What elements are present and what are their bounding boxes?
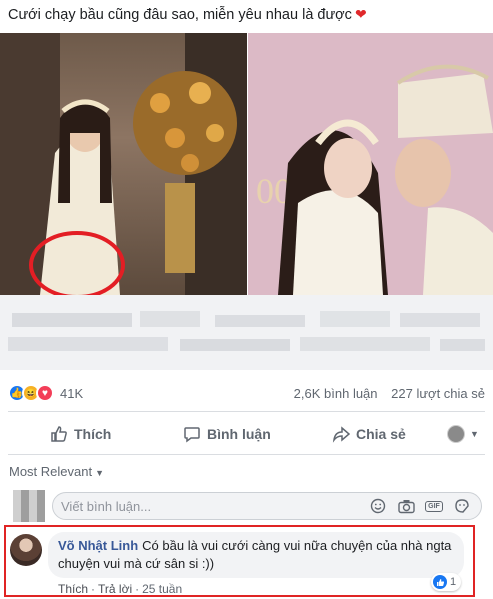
gif-icon[interactable]: GIF: [425, 497, 443, 515]
comment-meta: Thích · Trả lời · 25 tuần: [58, 582, 182, 596]
heart-icon: ❤: [354, 6, 367, 22]
divider: [8, 454, 485, 455]
share-button-label: Chia sẻ: [356, 426, 406, 442]
comment-reaction-badge[interactable]: 1: [431, 573, 462, 591]
couple-photo-image: 00: [248, 33, 493, 295]
post-photo-left[interactable]: [0, 33, 247, 295]
separator: ·: [91, 582, 96, 596]
blurred-text-strip: [0, 295, 493, 370]
post-actions: Thích Bình luận Chia sẻ ▼: [0, 420, 493, 448]
reactions-summary[interactable]: 👍 😆 ♥ 41K: [8, 382, 83, 404]
bride-photo-image: [0, 33, 247, 295]
sticker-icon[interactable]: [453, 497, 471, 515]
post-caption-text: Cưới chạy bầu cũng đâu sao, miễn yêu nha…: [8, 7, 352, 23]
comment-timestamp[interactable]: 25 tuần: [142, 582, 182, 596]
post-photo-right[interactable]: 00: [248, 33, 493, 295]
comment-reply-link[interactable]: Trả lời: [98, 582, 132, 596]
reaction-count: 41K: [60, 385, 84, 401]
divider: [8, 411, 485, 412]
comment-count[interactable]: 2,6K bình luận: [294, 386, 378, 401]
comment-sort-dropdown[interactable]: Most Relevant ▼: [9, 464, 104, 479]
avatar[interactable]: [10, 534, 42, 566]
post-caption: Cưới chạy bầu cũng đâu sao, miễn yêu nha…: [8, 6, 367, 23]
emoji-icon[interactable]: [369, 497, 387, 515]
like-button[interactable]: Thích: [50, 420, 111, 448]
comment-button[interactable]: Bình luận: [183, 420, 271, 448]
like-icon: [51, 426, 67, 442]
comment-like-link[interactable]: Thích: [58, 582, 88, 596]
react-as-selector[interactable]: ▼: [447, 420, 479, 448]
post-stats: 2,6K bình luận 227 lượt chia sẻ: [294, 386, 485, 401]
comment-composer[interactable]: Viết bình luận... GIF: [52, 492, 482, 520]
share-button[interactable]: Chia sẻ: [332, 420, 406, 448]
comment-input-placeholder[interactable]: Viết bình luận...: [61, 499, 369, 514]
current-user-avatar: [13, 490, 45, 522]
chevron-down-icon: ▼: [95, 468, 105, 478]
camera-icon[interactable]: [397, 497, 415, 515]
love-reaction-icon: ♥: [36, 384, 54, 402]
comment-author[interactable]: Võ Nhật Linh: [58, 538, 138, 553]
like-button-label: Thích: [74, 426, 112, 442]
avatar: [447, 425, 465, 443]
share-count[interactable]: 227 lượt chia sẻ: [391, 386, 485, 401]
share-icon: [332, 426, 350, 443]
comment-reaction-count: 1: [450, 576, 457, 588]
comment-icon: [184, 427, 200, 443]
like-icon: [433, 575, 447, 589]
chevron-down-icon: ▼: [470, 429, 479, 439]
separator: ·: [135, 582, 140, 596]
comment-bubble: Võ Nhật Linh Có bầu là vui cưới càng vui …: [48, 532, 464, 578]
comment-sort-label: Most Relevant: [9, 464, 93, 479]
comment-button-label: Bình luận: [207, 426, 271, 442]
